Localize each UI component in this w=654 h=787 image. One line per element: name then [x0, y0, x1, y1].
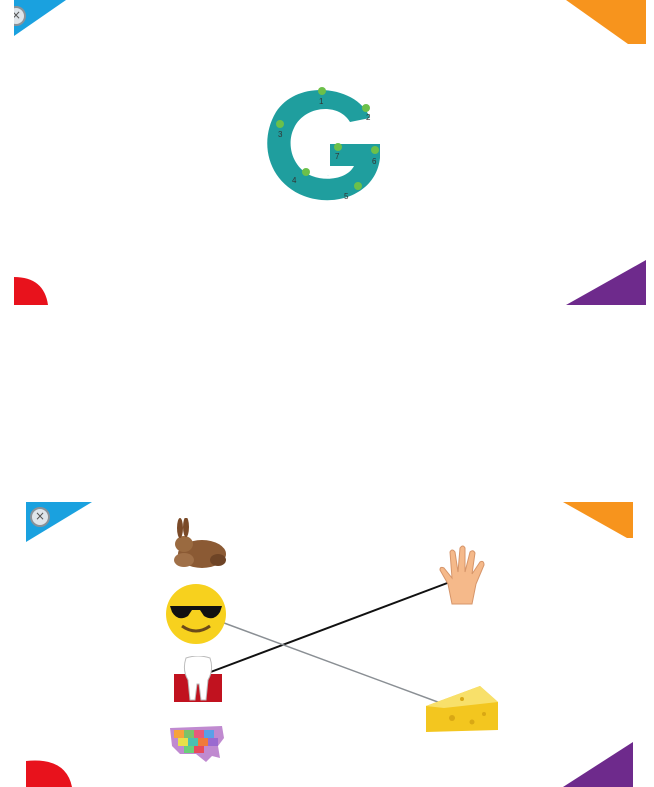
letter-tracing-screen: × G 1 2 3 4 5 6 7 — [14, 0, 646, 305]
trace-dot-2[interactable] — [362, 104, 370, 112]
dot-number: 4 — [292, 176, 297, 185]
trace-dot-3[interactable] — [276, 120, 284, 128]
hand-picture[interactable] — [434, 544, 494, 606]
usa-map-picture[interactable] — [166, 720, 228, 766]
connection-lines — [199, 578, 459, 709]
dot-number: 5 — [344, 192, 349, 201]
dot-number: 7 — [335, 152, 340, 161]
dot-number: 2 — [366, 113, 371, 122]
trace-dot-1[interactable] — [318, 87, 326, 95]
rabbit-picture[interactable] — [166, 518, 230, 570]
dot-number: 6 — [372, 157, 377, 166]
matching-game-screen: × — [26, 502, 633, 787]
tooth-picture[interactable] — [172, 656, 224, 704]
corner-decoration-top-right — [566, 0, 646, 44]
trace-dot-5[interactable] — [354, 182, 362, 190]
sunglasses-emoji[interactable] — [164, 582, 228, 646]
dot-number: 1 — [319, 97, 324, 106]
connection-line-sunglasses-cheese — [215, 619, 455, 709]
trace-dot-7[interactable] — [334, 143, 342, 151]
trace-dot-4[interactable] — [302, 168, 310, 176]
corner-decoration-bottom-right — [566, 260, 646, 305]
corner-decoration-bottom-left — [14, 277, 48, 305]
close-icon: × — [14, 8, 22, 22]
letter-g-trace[interactable]: G — [258, 78, 398, 208]
trace-dot-6[interactable] — [371, 146, 379, 154]
letter-label: G — [328, 175, 329, 177]
dot-number: 3 — [278, 130, 283, 139]
cheese-picture[interactable] — [422, 682, 502, 736]
